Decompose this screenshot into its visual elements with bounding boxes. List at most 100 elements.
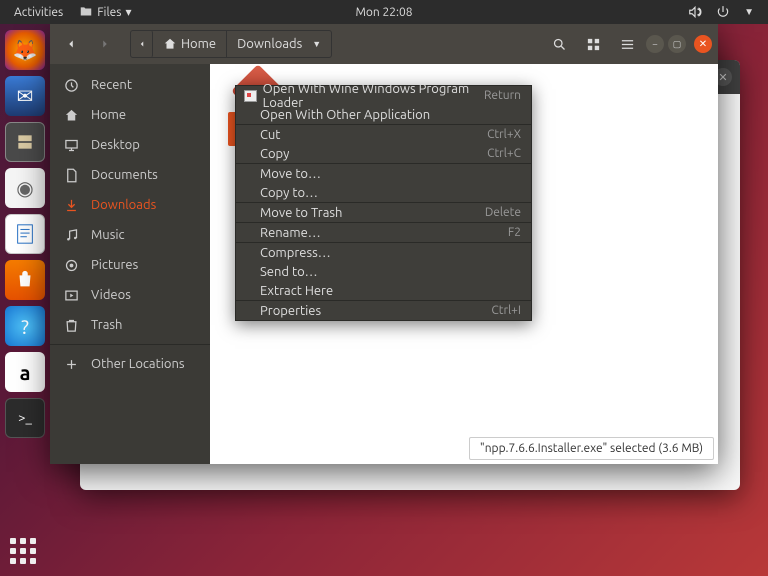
app-menu[interactable]: Files ▾ [73, 3, 137, 21]
activities-button[interactable]: Activities [8, 4, 69, 21]
videos-icon [64, 288, 79, 303]
launcher-software[interactable] [5, 260, 45, 300]
launcher-rhythmbox[interactable]: ◉ [5, 168, 45, 208]
ctx-send-to[interactable]: Send to… [236, 262, 531, 281]
ctx-label: Send to… [260, 265, 318, 279]
ctx-compress[interactable]: Compress… [236, 243, 531, 262]
sidebar-item-downloads[interactable]: Downloads [50, 190, 210, 220]
launcher-amazon[interactable]: a [5, 352, 45, 392]
launcher-files[interactable] [5, 122, 45, 162]
ctx-label: Compress… [260, 246, 331, 260]
search-button[interactable] [544, 30, 574, 58]
back-button[interactable] [56, 30, 86, 58]
sidebar-label: Other Locations [91, 357, 185, 371]
sidebar-label: Home [91, 108, 126, 122]
path-back-button[interactable] [131, 30, 153, 58]
path-home[interactable]: Home [153, 31, 227, 57]
forward-button[interactable] [90, 30, 120, 58]
ctx-move-to[interactable]: Move to… [236, 164, 531, 183]
path-home-label: Home [181, 37, 216, 51]
sidebar-label: Recent [91, 78, 132, 92]
maximize-button[interactable]: ▢ [668, 35, 686, 53]
sidebar-item-other[interactable]: Other Locations [50, 349, 210, 379]
sidebar-label: Trash [91, 318, 122, 332]
file-cabinet-icon [13, 132, 37, 152]
sidebar-label: Documents [91, 168, 158, 182]
minimize-button[interactable]: – [646, 35, 664, 53]
ctx-shortcut: Return [484, 89, 521, 102]
documents-icon [64, 168, 79, 183]
ctx-shortcut: Ctrl+X [487, 128, 521, 141]
ctx-label: Properties [260, 304, 321, 318]
chevron-down-icon: ▼ [312, 39, 321, 49]
sidebar-item-trash[interactable]: Trash [50, 310, 210, 340]
chevron-down-icon[interactable]: ▼ [744, 6, 754, 18]
hamburger-button[interactable] [612, 30, 642, 58]
sidebar-item-videos[interactable]: Videos [50, 280, 210, 310]
sidebar-label: Desktop [91, 138, 140, 152]
clock-icon [64, 78, 79, 93]
show-applications[interactable] [10, 538, 36, 564]
ctx-label: Copy [260, 147, 289, 161]
launcher-terminal[interactable]: >_ [5, 398, 45, 438]
sidebar-item-music[interactable]: Music [50, 220, 210, 250]
ctx-shortcut: Delete [485, 206, 521, 219]
ctx-label: Extract Here [260, 284, 333, 298]
ctx-shortcut: F2 [508, 226, 521, 239]
trash-icon [64, 318, 79, 333]
home-icon [64, 108, 79, 123]
close-button[interactable]: ✕ [694, 35, 712, 53]
context-menu: Open With Wine Windows Program Loader Re… [235, 85, 532, 321]
ctx-copy-to[interactable]: Copy to… [236, 183, 531, 202]
ctx-label: Cut [260, 128, 280, 142]
launcher-dock: 🦊 ✉ ◉ ? a >_ [0, 24, 50, 576]
ctx-copy[interactable]: CopyCtrl+C [236, 144, 531, 163]
ctx-open-wine[interactable]: Open With Wine Windows Program Loader Re… [236, 86, 531, 105]
volume-icon[interactable] [688, 5, 702, 19]
app-menu-label: Files [97, 6, 121, 19]
plus-icon [64, 357, 79, 372]
ctx-label: Move to Trash [260, 206, 342, 220]
places-sidebar: Recent Home Desktop Documents Downloads … [50, 64, 210, 464]
ctx-label: Open With Other Application [260, 108, 430, 122]
launcher-firefox[interactable]: 🦊 [5, 30, 45, 70]
files-icon [79, 5, 93, 19]
ctx-label: Copy to… [260, 186, 318, 200]
launcher-thunderbird[interactable]: ✉ [5, 76, 45, 116]
ctx-label: Move to… [260, 167, 321, 181]
sidebar-item-recent[interactable]: Recent [50, 70, 210, 100]
path-bar: Home Downloads ▼ [130, 30, 332, 58]
ctx-label: Rename… [260, 226, 321, 240]
sidebar-item-desktop[interactable]: Desktop [50, 130, 210, 160]
ctx-open-other[interactable]: Open With Other Application [236, 105, 531, 124]
home-icon [163, 37, 177, 51]
sidebar-item-documents[interactable]: Documents [50, 160, 210, 190]
dropdown-icon: ▾ [125, 5, 131, 19]
search-icon [552, 37, 567, 52]
power-icon[interactable] [716, 5, 730, 19]
ctx-extract[interactable]: Extract Here [236, 281, 531, 300]
sidebar-label: Music [91, 228, 125, 242]
clock[interactable]: Mon 22:08 [355, 6, 412, 19]
path-current-label: Downloads [237, 37, 302, 51]
shopping-icon [14, 269, 36, 291]
view-grid-button[interactable] [578, 30, 608, 58]
path-downloads[interactable]: Downloads ▼ [227, 31, 331, 57]
sidebar-item-home[interactable]: Home [50, 100, 210, 130]
files-headerbar: Home Downloads ▼ – ▢ ✕ [50, 24, 718, 64]
grid-icon [586, 37, 601, 52]
ctx-move-trash[interactable]: Move to Trash Delete [236, 203, 531, 222]
ctx-cut[interactable]: Cut Ctrl+X [236, 125, 531, 144]
sidebar-divider [50, 344, 210, 345]
sidebar-label: Pictures [91, 258, 138, 272]
ctx-properties[interactable]: PropertiesCtrl+I [236, 301, 531, 320]
launcher-writer[interactable] [5, 214, 45, 254]
launcher-help[interactable]: ? [5, 306, 45, 346]
menu-icon [620, 37, 635, 52]
ctx-rename[interactable]: Rename… F2 [236, 223, 531, 242]
document-icon [14, 221, 36, 247]
sidebar-label: Videos [91, 288, 131, 302]
sidebar-item-pictures[interactable]: Pictures [50, 250, 210, 280]
music-icon [64, 228, 79, 243]
downloads-icon [64, 198, 79, 213]
